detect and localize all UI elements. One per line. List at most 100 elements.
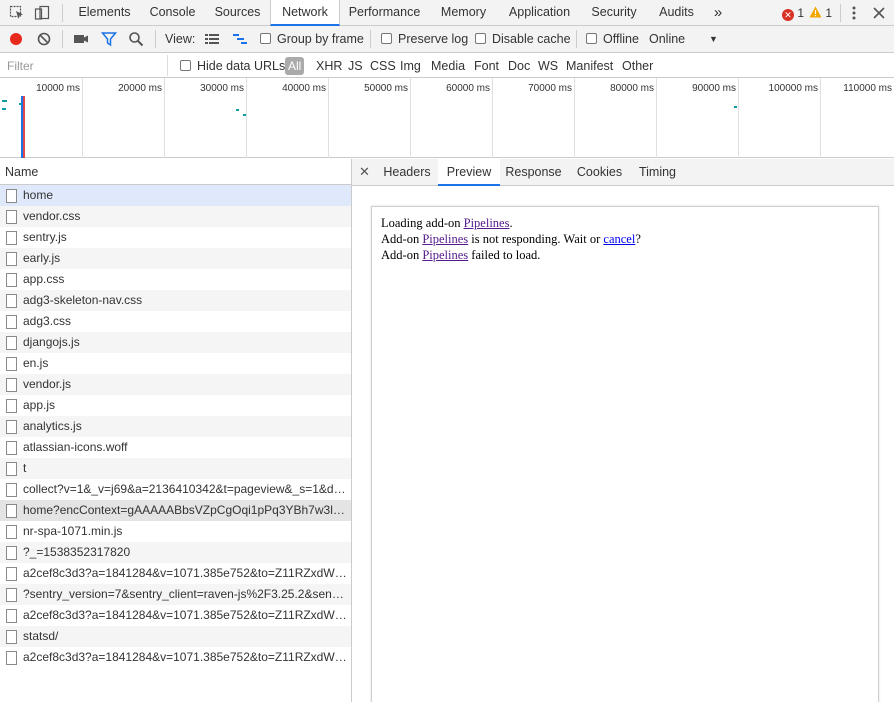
- checkbox-label: Group by frame: [277, 32, 364, 46]
- filter-type-font[interactable]: Font: [474, 53, 499, 78]
- request-row[interactable]: djangojs.js: [0, 332, 351, 353]
- tab-network[interactable]: Network: [270, 0, 340, 26]
- tab-console[interactable]: Console: [140, 0, 205, 25]
- error-count: 1: [797, 6, 805, 20]
- request-row[interactable]: sentry.js: [0, 227, 351, 248]
- request-row[interactable]: a2cef8c3d3?a=1841284&v=1071.385e752&to=Z…: [0, 605, 351, 626]
- divider: [840, 4, 841, 22]
- filter-type-css[interactable]: CSS: [370, 53, 396, 78]
- tab-preview[interactable]: Preview: [438, 159, 500, 186]
- record-icon[interactable]: [8, 31, 24, 47]
- checkbox-box[interactable]: [260, 33, 271, 44]
- grid-line: [738, 78, 739, 158]
- close-detail-icon[interactable]: ✕: [359, 159, 370, 185]
- grid-line: [656, 78, 657, 158]
- tab-security[interactable]: Security: [581, 0, 647, 25]
- request-row[interactable]: a2cef8c3d3?a=1841284&v=1071.385e752&to=Z…: [0, 563, 351, 584]
- capture-screenshots-icon[interactable]: [73, 31, 89, 47]
- document-icon: [6, 210, 17, 224]
- request-row[interactable]: ?sentry_version=7&sentry_client=raven-js…: [0, 584, 351, 605]
- preserve-log-checkbox[interactable]: Preserve log: [381, 26, 468, 52]
- pipelines-link[interactable]: Pipelines: [422, 248, 468, 262]
- filter-type-ws[interactable]: WS: [538, 53, 558, 78]
- tab-response[interactable]: Response: [500, 159, 567, 186]
- request-bar: [2, 108, 6, 110]
- request-name: vendor.js: [23, 377, 72, 391]
- hide-data-urls-checkbox[interactable]: Hide data URLs: [180, 53, 285, 78]
- filter-input[interactable]: [0, 55, 168, 76]
- request-row[interactable]: vendor.js: [0, 374, 351, 395]
- request-row[interactable]: a2cef8c3d3?a=1841284&v=1071.385e752&to=Z…: [0, 647, 351, 668]
- view-label: View:: [165, 32, 196, 46]
- checkbox-box[interactable]: [180, 60, 191, 71]
- throttling-select[interactable]: Online ▼: [649, 26, 723, 52]
- error-counter[interactable]: ✕ 1: [782, 5, 804, 21]
- request-row[interactable]: home: [0, 185, 351, 206]
- request-row[interactable]: vendor.css: [0, 206, 351, 227]
- network-overview-timeline[interactable]: 10000 ms 20000 ms 30000 ms 40000 ms 5000…: [0, 78, 894, 158]
- request-row[interactable]: collect?v=1&_v=j69&a=2136410342&t=pagevi…: [0, 479, 351, 500]
- search-icon[interactable]: [128, 31, 144, 47]
- request-bar: [734, 106, 737, 108]
- request-bar: [243, 114, 246, 116]
- request-row[interactable]: adg3.css: [0, 311, 351, 332]
- waterfall-view-icon[interactable]: [232, 31, 248, 47]
- document-icon: [6, 378, 17, 392]
- filter-type-js[interactable]: JS: [348, 53, 363, 78]
- request-row[interactable]: app.js: [0, 395, 351, 416]
- filter-type-all[interactable]: All: [285, 57, 305, 75]
- request-row[interactable]: adg3-skeleton-nav.css: [0, 290, 351, 311]
- divider: [155, 30, 156, 48]
- cancel-link[interactable]: cancel: [603, 232, 635, 246]
- filter-type-media[interactable]: Media: [431, 53, 465, 78]
- checkbox-box[interactable]: [475, 33, 486, 44]
- large-rows-icon[interactable]: [204, 31, 220, 47]
- document-icon: [6, 273, 17, 287]
- tab-elements[interactable]: Elements: [69, 0, 140, 25]
- tab-sources[interactable]: Sources: [205, 0, 270, 25]
- request-row[interactable]: t: [0, 458, 351, 479]
- checkbox-box[interactable]: [586, 33, 597, 44]
- disable-cache-checkbox[interactable]: Disable cache: [475, 26, 571, 52]
- warning-counter[interactable]: 1: [809, 5, 832, 21]
- filter-type-manifest[interactable]: Manifest: [566, 53, 613, 78]
- offline-checkbox[interactable]: Offline: [586, 26, 639, 52]
- customize-menu-icon[interactable]: [846, 5, 862, 21]
- checkbox-box[interactable]: [381, 33, 392, 44]
- request-row[interactable]: statsd/: [0, 626, 351, 647]
- tab-memory[interactable]: Memory: [429, 0, 498, 25]
- filter-icon[interactable]: [101, 31, 117, 47]
- device-toolbar-icon[interactable]: [34, 5, 50, 21]
- request-row[interactable]: home?encContext=gAAAAABbsVZpCgOqi1pPq3YB…: [0, 500, 351, 521]
- tab-audits[interactable]: Audits: [647, 0, 706, 25]
- inspect-element-icon[interactable]: [9, 5, 25, 21]
- preview-text: failed to load.: [468, 248, 541, 262]
- tab-timing[interactable]: Timing: [632, 159, 683, 186]
- request-name: ?sentry_version=7&sentry_client=raven-js…: [23, 587, 351, 601]
- pipelines-link[interactable]: Pipelines: [464, 216, 510, 230]
- request-row[interactable]: analytics.js: [0, 416, 351, 437]
- tab-cookies[interactable]: Cookies: [567, 159, 632, 186]
- group-by-frame-checkbox[interactable]: Group by frame: [260, 26, 364, 52]
- tab-performance[interactable]: Performance: [340, 0, 429, 25]
- request-row[interactable]: app.css: [0, 269, 351, 290]
- tab-application[interactable]: Application: [498, 0, 581, 25]
- clear-icon[interactable]: [36, 31, 52, 47]
- preview-text: Add-on: [381, 232, 423, 246]
- divider: [62, 4, 63, 22]
- request-name: t: [23, 461, 27, 475]
- name-column-header[interactable]: Name: [0, 159, 351, 185]
- more-tabs-button[interactable]: »: [706, 0, 730, 25]
- request-row[interactable]: early.js: [0, 248, 351, 269]
- request-row[interactable]: en.js: [0, 353, 351, 374]
- filter-type-xhr[interactable]: XHR: [316, 53, 342, 78]
- filter-type-img[interactable]: Img: [400, 53, 421, 78]
- request-row[interactable]: atlassian-icons.woff: [0, 437, 351, 458]
- request-row[interactable]: nr-spa-1071.min.js: [0, 521, 351, 542]
- tab-headers[interactable]: Headers: [376, 159, 438, 186]
- close-devtools-icon[interactable]: [871, 5, 887, 21]
- pipelines-link[interactable]: Pipelines: [422, 232, 468, 246]
- filter-type-other[interactable]: Other: [622, 53, 653, 78]
- filter-type-doc[interactable]: Doc: [508, 53, 530, 78]
- request-row[interactable]: ?_=1538352317820: [0, 542, 351, 563]
